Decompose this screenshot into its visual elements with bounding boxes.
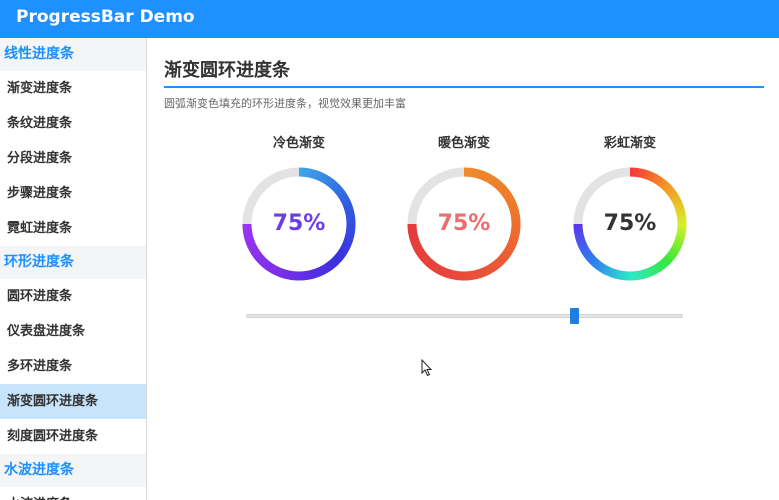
- sidebar-section-circular: 环形进度条: [0, 246, 146, 279]
- sidebar-item-segmented-bar[interactable]: 分段进度条: [0, 141, 146, 176]
- ring-card-rainbow: 彩虹渐变 75%: [570, 134, 690, 282]
- title-bar: ProgressBar Demo: [0, 0, 779, 38]
- ring-title: 彩虹渐变: [603, 136, 656, 151]
- sidebar-item-ring[interactable]: 圆环进度条: [0, 279, 146, 314]
- sidebar-item-tick-ring[interactable]: 刻度圆环进度条: [0, 419, 146, 454]
- page-title: 渐变圆环进度条: [164, 60, 290, 81]
- sidebar-item-striped-bar[interactable]: 条纹进度条: [0, 106, 146, 141]
- sidebar-item-gauge[interactable]: 仪表盘进度条: [0, 314, 146, 349]
- ring-value: 75%: [437, 211, 491, 236]
- progress-ring: 75%: [241, 166, 357, 282]
- sidebar-item-gradient-bar[interactable]: 渐变进度条: [0, 71, 146, 106]
- sidebar: 线性进度条 渐变进度条 条纹进度条 分段进度条 步骤进度条 霓虹进度条 环形进度…: [0, 38, 147, 500]
- ring-value: 75%: [272, 211, 326, 236]
- title-divider: [164, 86, 764, 88]
- sidebar-item-wave[interactable]: 水波进度条: [0, 487, 146, 500]
- sidebar-section-linear: 线性进度条: [0, 38, 146, 71]
- ring-value: 75%: [603, 211, 657, 236]
- arrow-cursor-icon: [421, 359, 433, 377]
- progress-ring: 75%: [406, 166, 522, 282]
- sidebar-item-neon-bar[interactable]: 霓虹进度条: [0, 211, 146, 246]
- progress-ring: 75%: [572, 166, 688, 282]
- progress-slider[interactable]: [246, 308, 683, 324]
- ring-card-warm: 暖色渐变 75%: [404, 134, 524, 282]
- slider-track[interactable]: [246, 314, 683, 318]
- sidebar-section-wave: 水波进度条: [0, 454, 146, 487]
- sidebar-item-step-bar[interactable]: 步骤进度条: [0, 176, 146, 211]
- ring-title: 冷色渐变: [272, 136, 325, 151]
- ring-title: 暖色渐变: [437, 136, 490, 151]
- main-content: 渐变圆环进度条 圆弧渐变色填充的环形进度条，视觉效果更加丰富 冷色渐变 75% …: [147, 38, 779, 500]
- ring-card-cool: 冷色渐变 75%: [239, 134, 359, 282]
- slider-thumb[interactable]: [569, 308, 579, 324]
- sidebar-item-gradient-ring[interactable]: 渐变圆环进度条: [0, 384, 146, 419]
- sidebar-item-multi-ring[interactable]: 多环进度条: [0, 349, 146, 384]
- app-title: ProgressBar Demo: [16, 7, 195, 27]
- page-subtitle: 圆弧渐变色填充的环形进度条，视觉效果更加丰富: [164, 97, 406, 110]
